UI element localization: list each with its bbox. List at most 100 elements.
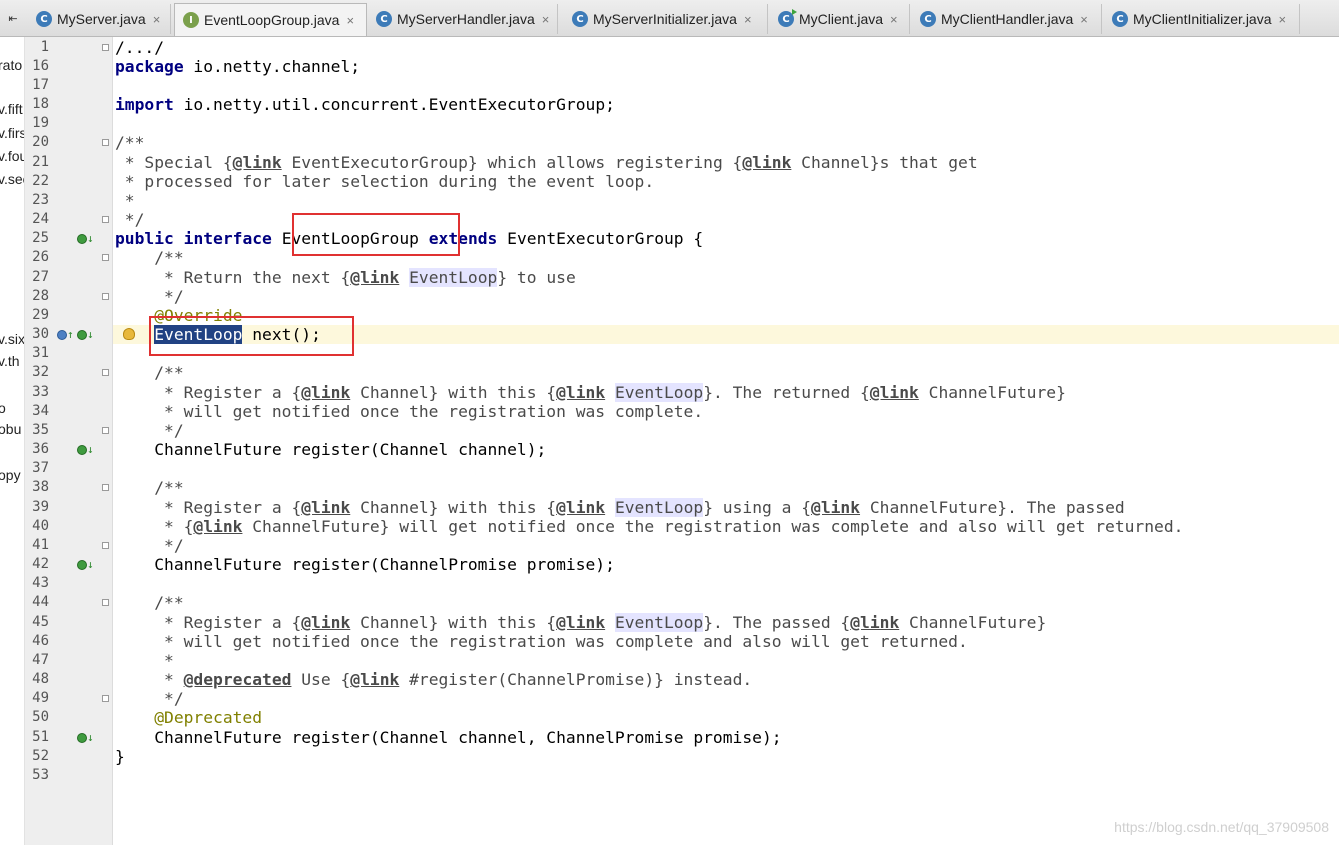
close-icon[interactable]: ×	[1080, 12, 1088, 27]
class-icon: C	[572, 11, 588, 27]
line-number: 26	[32, 249, 49, 265]
line-number: 44	[32, 594, 49, 610]
line-number: 31	[32, 345, 49, 361]
implemented-marker-icon[interactable]: ↓	[77, 325, 94, 344]
close-icon[interactable]: ×	[1279, 12, 1287, 27]
line-number: 48	[32, 671, 49, 687]
tab-myclientinitializer[interactable]: C MyClientInitializer.java ×	[1104, 4, 1300, 34]
close-icon[interactable]: ×	[346, 13, 354, 28]
project-item[interactable]: o	[0, 400, 24, 416]
project-item[interactable]: rato	[0, 57, 24, 73]
fold-collapse-icon[interactable]	[102, 216, 109, 223]
code-line: ChannelFuture register(Channel channel);	[115, 440, 547, 459]
project-item[interactable]: v.fift	[0, 101, 24, 117]
tab-myclienthandler[interactable]: C MyClientHandler.java ×	[912, 4, 1102, 34]
tab-label: MyClient.java	[799, 11, 884, 27]
line-number: 47	[32, 652, 49, 668]
fold-collapse-icon[interactable]	[102, 542, 109, 549]
code-line: * @deprecated Use {@link #register(Chann…	[115, 670, 753, 689]
runnable-class-icon: C	[778, 9, 797, 27]
fold-collapse-icon[interactable]	[102, 695, 109, 702]
line-number: 39	[32, 499, 49, 515]
fold-collapse-icon[interactable]	[102, 599, 109, 606]
project-item[interactable]: obu	[0, 421, 24, 437]
code-line: * Register a {@link Channel} with this {…	[115, 613, 1047, 632]
line-number: 19	[32, 115, 49, 131]
line-number: 36	[32, 441, 49, 457]
line-number: 16	[32, 58, 49, 74]
code-line: ChannelFuture register(Channel channel, …	[115, 728, 782, 747]
code-line: *	[115, 651, 174, 670]
class-icon: C	[376, 11, 392, 27]
tab-label: MyClientInitializer.java	[1133, 11, 1272, 27]
project-panel-strip: rato v.fift v.firs v.fou v.sec v.six v.t…	[0, 37, 25, 845]
code-line: */	[115, 421, 184, 440]
code-line: */	[115, 210, 145, 229]
project-item[interactable]: v.sec	[0, 171, 24, 187]
line-number: 20	[32, 134, 49, 150]
project-item[interactable]: opy	[0, 467, 24, 483]
tab-myserver[interactable]: C MyServer.java ×	[28, 4, 171, 34]
tab-label: MyClientHandler.java	[941, 11, 1074, 27]
code-line: /**	[115, 133, 145, 152]
line-number: 22	[32, 173, 49, 189]
code-line: * will get notified once the registratio…	[115, 632, 968, 651]
line-number: 45	[32, 614, 49, 630]
tab-nav-icon[interactable]: ⇤	[0, 0, 26, 36]
line-number: 34	[32, 403, 49, 419]
close-icon[interactable]: ×	[153, 12, 161, 27]
tab-myserverhandler[interactable]: C MyServerHandler.java ×	[368, 4, 558, 34]
code-line: ChannelFuture register(ChannelPromise pr…	[115, 555, 615, 574]
line-number: 38	[32, 479, 49, 495]
overrides-marker-icon[interactable]: ↑	[57, 325, 74, 344]
implemented-marker-icon[interactable]: ↓	[77, 440, 94, 459]
lightbulb-icon[interactable]	[123, 326, 135, 341]
line-number: 25	[32, 230, 49, 246]
line-number: 27	[32, 269, 49, 285]
code-line: /.../	[115, 38, 165, 57]
line-number: 43	[32, 575, 49, 591]
line-number: 51	[32, 729, 49, 745]
fold-collapse-icon[interactable]	[102, 369, 109, 376]
code-line: import io.netty.util.concurrent.EventExe…	[115, 95, 615, 114]
line-number: 33	[32, 384, 49, 400]
close-icon[interactable]: ×	[744, 12, 752, 27]
project-item[interactable]: v.th	[0, 353, 24, 369]
implemented-marker-icon[interactable]: ↓	[77, 229, 94, 248]
code-line: *	[115, 191, 135, 210]
line-number: 40	[32, 518, 49, 534]
tab-myclient[interactable]: C MyClient.java ×	[770, 4, 910, 34]
fold-collapse-icon[interactable]	[102, 254, 109, 261]
tab-eventloopgroup[interactable]: I EventLoopGroup.java ×	[174, 3, 367, 36]
code-line: /**	[115, 478, 184, 497]
line-number: 37	[32, 460, 49, 476]
line-number: 18	[32, 96, 49, 112]
code-line: * processed for later selection during t…	[115, 172, 655, 191]
implemented-marker-icon[interactable]: ↓	[77, 555, 94, 574]
line-number: 53	[32, 767, 49, 783]
tab-myserverinitializer[interactable]: C MyServerInitializer.java ×	[564, 4, 768, 34]
code-line: @Deprecated	[115, 708, 263, 727]
line-number: 24	[32, 211, 49, 227]
code-line: /**	[115, 248, 184, 267]
code-line: /**	[115, 363, 184, 382]
code-editor[interactable]: /.../ package io.netty.channel; import i…	[113, 37, 1339, 845]
editor-gutter[interactable]: 1 16 17 18 19 20 21 22 23 24 25 26 27 28…	[25, 37, 113, 845]
line-number: 42	[32, 556, 49, 572]
fold-expand-icon[interactable]	[102, 44, 109, 51]
fold-collapse-icon[interactable]	[102, 139, 109, 146]
watermark: https://blog.csdn.net/qq_37909508	[1114, 819, 1329, 835]
line-number: 1	[40, 39, 49, 55]
code-line: * Special {@link EventExecutorGroup} whi…	[115, 153, 978, 172]
line-number: 50	[32, 709, 49, 725]
close-icon[interactable]: ×	[890, 12, 898, 27]
project-item[interactable]: v.six	[0, 331, 24, 347]
fold-collapse-icon[interactable]	[102, 484, 109, 491]
implemented-marker-icon[interactable]: ↓	[77, 728, 94, 747]
interface-icon: I	[183, 12, 199, 28]
project-item[interactable]: v.firs	[0, 125, 24, 141]
close-icon[interactable]: ×	[542, 12, 550, 27]
project-item[interactable]: v.fou	[0, 148, 24, 164]
fold-collapse-icon[interactable]	[102, 427, 109, 434]
fold-collapse-icon[interactable]	[102, 293, 109, 300]
